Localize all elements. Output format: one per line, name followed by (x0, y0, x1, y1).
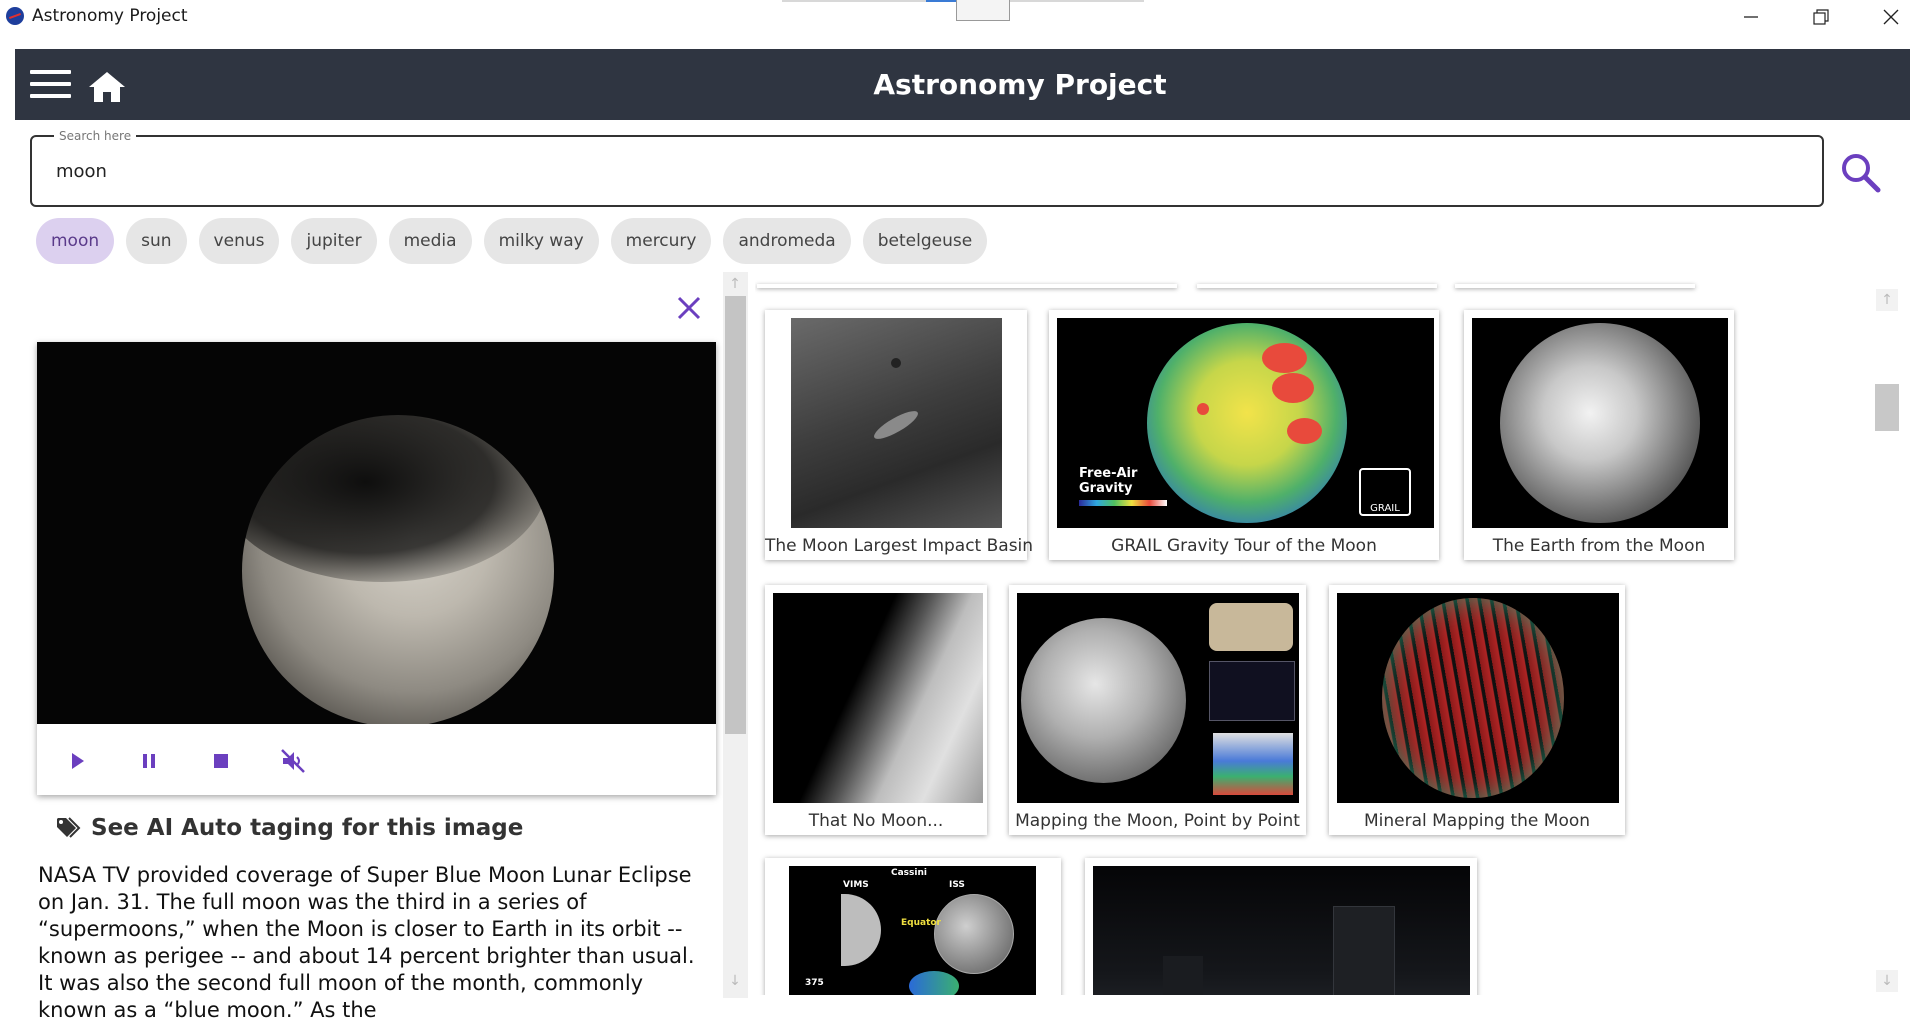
gallery-caption: Mapping the Moon, Point by Point (1015, 811, 1300, 831)
gallery-image: Free-Air Gravity GRAIL (1057, 318, 1434, 528)
video-player[interactable] (37, 342, 716, 724)
grail-badge: GRAIL (1359, 468, 1411, 516)
image-gallery: The Moon Largest Impact Basin Free-Air G… (755, 270, 1865, 995)
minimize-button[interactable] (1716, 0, 1786, 34)
chip-milky-way[interactable]: milky way (483, 218, 599, 264)
chip-moon[interactable]: moon (36, 218, 115, 264)
suggestion-chips: moon sun venus jupiter media milky way m… (36, 218, 988, 264)
search-label: Search here (54, 129, 137, 143)
chip-media[interactable]: media (388, 218, 472, 264)
chip-mercury[interactable]: mercury (610, 218, 712, 264)
chip-venus[interactable]: venus (198, 218, 280, 264)
gallery-card-partial (1197, 284, 1437, 288)
gallery-image (1017, 593, 1299, 803)
gallery-image: Cassini VIMS ISS Equator 375 (789, 866, 1036, 995)
gallery-card[interactable]: The Moon Largest Impact Basin (765, 310, 1034, 560)
gallery-scroll-up-arrow-icon[interactable]: ↑ (1876, 289, 1898, 311)
window-title: Astronomy Project (32, 6, 188, 26)
gallery-image (773, 593, 983, 803)
gallery-scrollbar-thumb[interactable] (1875, 384, 1899, 431)
gallery-card-partial (757, 284, 1177, 288)
chip-jupiter[interactable]: jupiter (291, 218, 377, 264)
gallery-caption: The Moon Largest Impact Basin (765, 536, 1034, 556)
gallery-card[interactable]: Free-Air Gravity GRAIL GRAIL Gravity Tou… (1049, 310, 1439, 560)
image-description: NASA TV provided coverage of Super Blue … (38, 863, 695, 1022)
gallery-image (1337, 593, 1619, 803)
tag-icon (57, 817, 81, 838)
diagram-label-iss: ISS (949, 880, 965, 890)
stop-icon[interactable] (206, 746, 236, 776)
detail-scrollbar-thumb[interactable] (725, 296, 746, 734)
gallery-card[interactable] (1085, 858, 1477, 995)
gallery-card[interactable]: Mineral Mapping the Moon (1329, 585, 1625, 835)
diagram-label-vims: VIMS (843, 880, 869, 890)
gallery-card[interactable]: The Earth from the Moon (1464, 310, 1734, 560)
chip-andromeda[interactable]: andromeda (723, 218, 851, 264)
gallery-card-partial (1455, 284, 1695, 288)
gallery-card[interactable]: That No Moon... (765, 585, 987, 835)
restore-button[interactable] (1786, 0, 1856, 34)
page-title: Astronomy Project (873, 68, 1167, 101)
gallery-card[interactable]: Mapping the Moon, Point by Point (1009, 585, 1306, 835)
close-window-button[interactable] (1856, 0, 1920, 34)
chip-betelgeuse[interactable]: betelgeuse (862, 218, 988, 264)
eclipse-shadow (217, 382, 547, 582)
gallery-caption: That No Moon... (808, 811, 944, 831)
minimize-icon (1744, 16, 1758, 18)
play-icon[interactable] (62, 746, 92, 776)
scroll-down-arrow-icon[interactable]: ↓ (724, 970, 746, 992)
gallery-caption: Mineral Mapping the Moon (1363, 811, 1591, 831)
gallery-caption: GRAIL Gravity Tour of the Moon (1111, 536, 1377, 556)
ai-tagging-link[interactable]: See AI Auto taging for this image (55, 815, 523, 841)
close-window-icon (1883, 9, 1899, 25)
scroll-up-arrow-icon[interactable]: ↑ (724, 273, 746, 295)
gallery-scroll-down-arrow-icon[interactable]: ↓ (1876, 970, 1898, 992)
mute-icon[interactable] (278, 746, 308, 776)
gallery-image (1093, 866, 1470, 995)
gallery-card[interactable]: Cassini VIMS ISS Equator 375 (765, 858, 1061, 995)
gallery-image (1472, 318, 1728, 528)
pause-icon[interactable] (134, 746, 164, 776)
restore-icon (1813, 9, 1829, 25)
diagram-label-375: 375 (805, 978, 824, 988)
close-icon[interactable] (674, 293, 704, 323)
gallery-image (791, 318, 1002, 528)
app-logo-icon (6, 7, 24, 25)
chip-sun[interactable]: sun (126, 218, 187, 264)
search-icon[interactable] (1838, 150, 1882, 194)
diagram-label-equator: Equator (901, 918, 941, 928)
taskbar-preview-thumbnail (956, 0, 1010, 21)
gravity-overlay-label: Free-Air Gravity (1079, 466, 1138, 496)
gallery-caption: The Earth from the Moon (1492, 536, 1706, 556)
ai-tagging-label: See AI Auto taging for this image (91, 815, 524, 841)
diagram-label-cassini: Cassini (891, 868, 927, 878)
search-input[interactable] (54, 160, 1758, 183)
